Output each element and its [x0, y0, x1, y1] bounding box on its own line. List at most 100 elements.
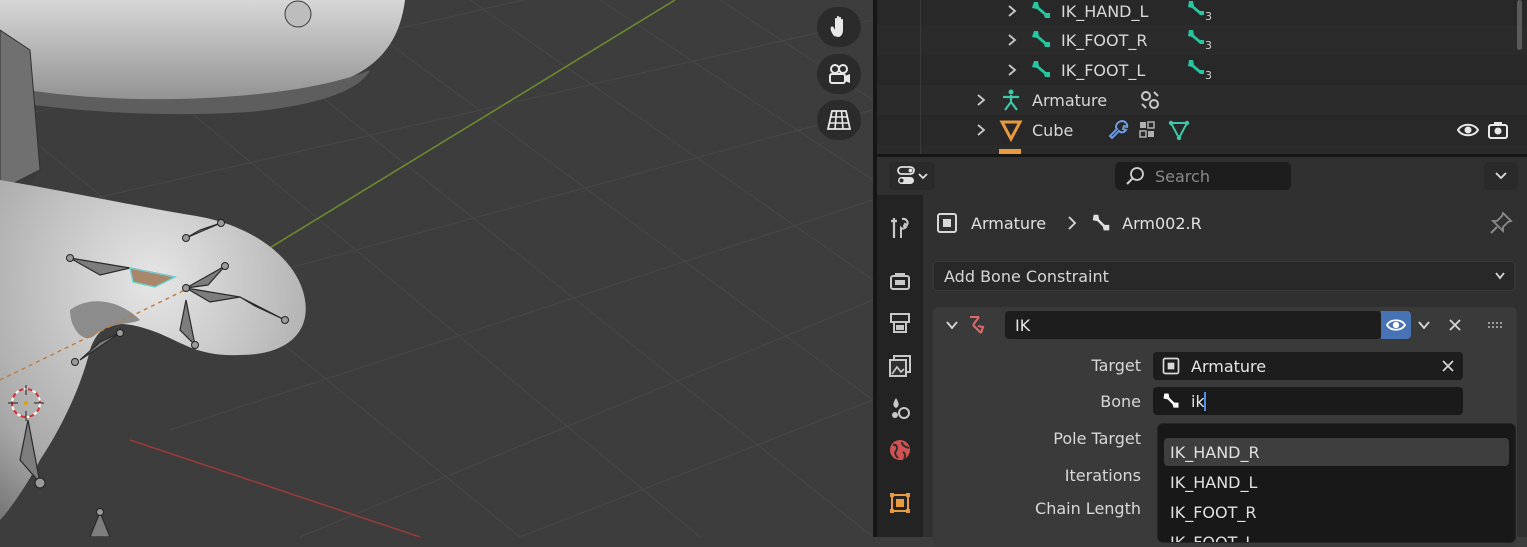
text-caret: [1204, 392, 1206, 411]
bone-icon: [1163, 393, 1179, 408]
dropdown-item[interactable]: IK_HAND_L: [1164, 468, 1509, 496]
chevron-down-icon[interactable]: [1417, 319, 1431, 331]
pin-icon[interactable]: [1489, 211, 1513, 235]
outliner-label: Cube: [1032, 120, 1074, 140]
mesh-data-icon: [1168, 120, 1190, 141]
bone-icon: [1032, 2, 1050, 18]
camera-icon: [829, 64, 850, 84]
outliner-scrollbar[interactable]: [1517, 0, 1522, 50]
eye-icon[interactable]: [1456, 118, 1480, 142]
search-field[interactable]: [1115, 162, 1291, 190]
properties-tabs: [877, 195, 923, 537]
tab-view-layer[interactable]: [885, 351, 915, 381]
chevron-down-icon: [1495, 272, 1505, 280]
outliner-row-cube[interactable]: Cube: [877, 115, 1527, 145]
bone-label: Bone: [1100, 392, 1141, 411]
bone-count: 3: [1205, 10, 1212, 23]
object-icon: [1162, 357, 1180, 375]
viewport-scene[interactable]: [0, 0, 873, 537]
outliner-hierarchy-line: [920, 0, 921, 154]
camera-view-button[interactable]: [817, 54, 861, 94]
bone-icon: [1032, 31, 1050, 47]
character-body: [0, 180, 306, 520]
constraint-name-field[interactable]: IK: [1005, 311, 1381, 339]
tab-tool[interactable]: [885, 213, 915, 243]
outliner-row-ik-foot-r[interactable]: IK_FOOT_R 3: [877, 25, 1527, 55]
breadcrumb-object: Armature: [971, 213, 1047, 233]
pole-target-label: Pole Target: [1053, 429, 1141, 448]
pan-view-button[interactable]: [817, 7, 861, 47]
dropdown-item[interactable]: IK_HAND_R: [1164, 438, 1509, 466]
clear-icon[interactable]: [1441, 359, 1455, 373]
outliner-row-ik-hand-l[interactable]: IK_HAND_L 3: [877, 0, 1527, 26]
chevron-right-icon[interactable]: [974, 123, 988, 137]
add-constraint-label: Add Bone Constraint: [944, 266, 1109, 286]
properties-editor-icon: [897, 166, 928, 184]
grid-icon: [826, 110, 852, 130]
tab-output[interactable]: [885, 308, 915, 338]
properties-header: [877, 157, 1527, 195]
output-icon: [890, 313, 910, 333]
add-bone-constraint-dropdown[interactable]: Add Bone Constraint: [933, 261, 1515, 291]
properties-options-button[interactable]: [1484, 162, 1518, 190]
tool-icon: [891, 217, 909, 238]
camera-render-icon[interactable]: [1486, 118, 1510, 142]
chevron-right-icon[interactable]: [1005, 4, 1019, 18]
bone-count: 3: [1205, 39, 1212, 52]
ik-constraint-icon: [970, 316, 985, 334]
tab-world[interactable]: [885, 435, 915, 465]
object-icon: [937, 213, 957, 233]
view-layer-icon: [889, 355, 911, 377]
scene-icon: [892, 398, 910, 419]
bone-icon: [1032, 61, 1050, 77]
outliner[interactable]: IK_HAND_L 3 IK_FOOT_R 3 IK_FOOT_L 3 Arma…: [877, 0, 1527, 154]
bone-input-text: ik: [1191, 391, 1205, 411]
iterations-label: Iterations: [1064, 466, 1141, 485]
bone-count: 3: [1205, 69, 1212, 82]
outliner-row-partial[interactable]: [877, 145, 1527, 154]
drag-handle-icon[interactable]: [1487, 321, 1505, 329]
target-field[interactable]: Armature: [1153, 352, 1463, 380]
tab-scene[interactable]: [885, 393, 915, 423]
collapse-chevron-icon[interactable]: [945, 319, 959, 331]
chevron-right-icon[interactable]: [1005, 33, 1019, 47]
dropdown-item[interactable]: IK_FOOT_L: [1164, 528, 1509, 543]
constraint-enable-toggle[interactable]: [1381, 311, 1411, 339]
bone-search-dropdown: IK_HAND_R IK_HAND_L IK_FOOT_R IK_FOOT_L: [1157, 423, 1516, 543]
editor-type-button[interactable]: [889, 162, 935, 190]
bone-icon: [1092, 214, 1110, 231]
search-input[interactable]: [1155, 162, 1285, 190]
wrench-icon: [1108, 119, 1129, 140]
render-icon: [890, 273, 910, 290]
breadcrumb-bone: Arm002.R: [1122, 213, 1202, 233]
chevron-right-icon[interactable]: [974, 93, 988, 107]
breadcrumb: Armature Arm002.R: [935, 211, 1202, 235]
hand-icon: [830, 15, 843, 37]
armature-icon: [1003, 89, 1019, 111]
object-icon: [890, 493, 910, 513]
target-label: Target: [1091, 356, 1142, 375]
eye-icon: [1385, 319, 1407, 331]
chevron-right-icon[interactable]: [1005, 63, 1019, 77]
search-icon: [1126, 167, 1144, 185]
3d-viewport[interactable]: [0, 0, 873, 537]
dropdown-item[interactable]: IK_FOOT_R: [1164, 498, 1509, 526]
outliner-label: IK_FOOT_R: [1061, 30, 1148, 50]
tab-render[interactable]: [885, 266, 915, 296]
outliner-label: Armature: [1032, 90, 1108, 110]
close-icon[interactable]: [1447, 317, 1463, 333]
chevron-right-icon: [1068, 216, 1077, 230]
bone-search-field[interactable]: ik: [1153, 387, 1463, 415]
outliner-label: IK_FOOT_L: [1061, 60, 1146, 80]
outliner-row-ik-foot-l[interactable]: IK_FOOT_L 3: [877, 55, 1527, 85]
world-icon: [890, 440, 910, 460]
chain-length-label: Chain Length: [1035, 499, 1141, 518]
pose-icon: [1141, 91, 1159, 109]
x-axis-line: [129, 439, 421, 537]
bone-joint: [284, 0, 312, 28]
vertex-groups-icon: [1139, 121, 1155, 138]
target-value: Armature: [1191, 356, 1267, 376]
toggle-perspective-button[interactable]: [817, 100, 861, 140]
tab-object[interactable]: [885, 488, 915, 518]
outliner-row-armature[interactable]: Armature: [877, 85, 1527, 115]
